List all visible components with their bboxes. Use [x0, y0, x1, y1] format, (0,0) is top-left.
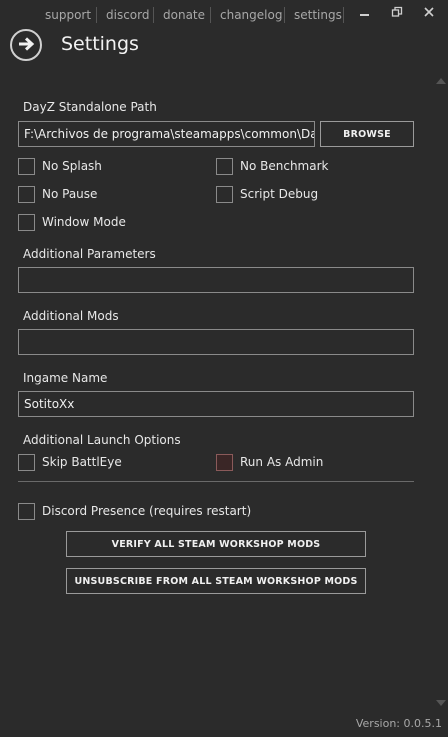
no-splash-label: No Splash [42, 159, 102, 173]
additional-mods-input[interactable] [18, 329, 414, 355]
no-pause-label: No Pause [42, 187, 98, 201]
nav-settings[interactable]: settings [294, 8, 342, 22]
additional-parameters-label: Additional Parameters [23, 247, 156, 261]
window-mode-checkbox[interactable] [18, 214, 35, 231]
divider [18, 481, 414, 482]
nav-donate[interactable]: donate [163, 8, 205, 22]
window-mode-label: Window Mode [42, 215, 126, 229]
triangle-up-icon[interactable] [436, 78, 446, 84]
nav-support[interactable]: support [45, 8, 91, 22]
verify-mods-button[interactable]: VERIFY ALL STEAM WORKSHOP MODS [66, 531, 366, 557]
restore-icon[interactable] [388, 6, 406, 24]
nav-separator [284, 7, 285, 23]
ingame-name-label: Ingame Name [23, 371, 108, 385]
page-title: Settings [61, 33, 139, 55]
script-debug-checkbox[interactable] [216, 186, 233, 203]
triangle-down-icon[interactable] [436, 700, 446, 706]
version-label: Version: 0.0.5.1 [355, 717, 442, 730]
ingame-name-input[interactable]: SotitoXx [18, 391, 414, 417]
run-as-admin-label: Run As Admin [240, 455, 324, 469]
additional-parameters-input[interactable] [18, 267, 414, 293]
no-benchmark-checkbox[interactable] [216, 158, 233, 175]
close-icon[interactable] [420, 6, 438, 24]
path-label: DayZ Standalone Path [23, 100, 157, 114]
nav-discord[interactable]: discord [106, 8, 149, 22]
discord-presence-label: Discord Presence (requires restart) [42, 504, 252, 518]
nav-separator [96, 7, 97, 23]
discord-presence-checkbox[interactable] [18, 503, 35, 520]
nav-separator [210, 7, 211, 23]
launch-options-label: Additional Launch Options [23, 433, 181, 447]
path-input[interactable]: F:\Archivos de programa\steamapps\common… [18, 121, 315, 147]
script-debug-label: Script Debug [240, 187, 319, 201]
nav-separator [343, 7, 344, 23]
unsubscribe-mods-button[interactable]: UNSUBSCRIBE FROM ALL STEAM WORKSHOP MODS [66, 568, 366, 594]
browse-button[interactable]: BROWSE [320, 121, 414, 147]
no-benchmark-label: No Benchmark [240, 159, 329, 173]
skip-battleye-label: Skip BattlEye [42, 455, 122, 469]
nav-separator [153, 7, 154, 23]
minimize-icon[interactable] [356, 6, 374, 24]
no-splash-checkbox[interactable] [18, 158, 35, 175]
skip-battleye-checkbox[interactable] [18, 454, 35, 471]
nav-changelog[interactable]: changelog [220, 8, 282, 22]
top-nav: support discord donate changelog setting… [0, 0, 448, 30]
back-button[interactable] [10, 29, 42, 61]
no-pause-checkbox[interactable] [18, 186, 35, 203]
arrow-right-circle-icon [17, 35, 35, 56]
additional-mods-label: Additional Mods [23, 309, 119, 323]
run-as-admin-checkbox[interactable] [216, 454, 233, 471]
